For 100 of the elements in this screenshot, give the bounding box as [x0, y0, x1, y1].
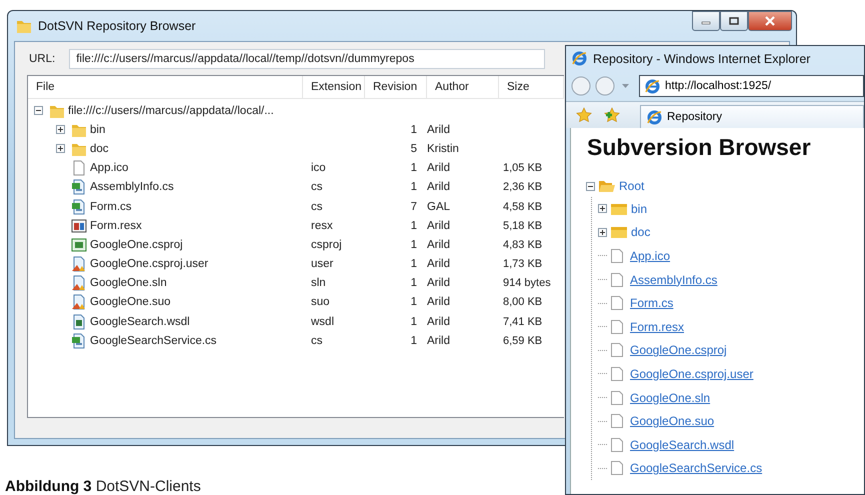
author-cell: Arild — [427, 296, 450, 308]
extension-cell: wsdl — [311, 316, 334, 328]
address-text: http://localhost:1925/ — [665, 80, 772, 92]
file-name[interactable]: doc — [90, 142, 109, 155]
file-name[interactable]: bin — [90, 124, 106, 136]
maximize-button[interactable] — [720, 11, 748, 31]
code-file-icon — [71, 332, 87, 349]
file-name[interactable]: GoogleSearch.wsdl — [90, 316, 190, 328]
size-cell: 2,36 KB — [503, 181, 542, 194]
file-link[interactable]: AssemblyInfo.cs — [630, 272, 718, 287]
browser-tab[interactable]: Repository — [640, 105, 864, 128]
author-cell: Arild — [427, 220, 450, 232]
page-heading: Subversion Browser — [586, 133, 812, 161]
file-icon — [610, 413, 624, 430]
size-cell: 6,59 KB — [503, 334, 542, 347]
column-header[interactable]: Extension — [303, 76, 365, 98]
size-cell: 8,00 KB — [503, 296, 542, 308]
extension-cell: user — [311, 258, 334, 270]
file-link[interactable]: GoogleSearch.wsdl — [630, 438, 734, 452]
collapse-icon[interactable] — [586, 182, 595, 190]
folder-link[interactable]: doc — [631, 225, 650, 240]
file-icon — [71, 160, 87, 176]
file-name[interactable]: file:///c://users//marcus//appdata//local/... — [68, 104, 274, 117]
window-title: DotSVN Repository Browser — [38, 19, 196, 33]
extension-cell: csproj — [311, 238, 342, 251]
revision-cell: 1 — [410, 258, 417, 270]
file-name[interactable]: GoogleSearchService.cs — [90, 334, 217, 347]
revision-cell: 1 — [410, 316, 417, 328]
expand-icon[interactable] — [598, 204, 607, 214]
revision-cell: 7 — [410, 200, 417, 213]
author-cell: Arild — [427, 238, 450, 251]
size-cell: 5,18 KB — [503, 220, 542, 232]
file-link[interactable]: GoogleSearchService.cs — [630, 461, 762, 476]
folder-icon — [610, 225, 628, 240]
file-name[interactable]: Form.cs — [90, 200, 132, 213]
size-cell: 7,41 KB — [503, 316, 542, 328]
folder-link[interactable]: Root — [619, 179, 644, 193]
revision-cell: 1 — [410, 296, 417, 308]
revision-cell: 1 — [410, 238, 417, 251]
file-icon — [610, 272, 624, 288]
column-header[interactable]: File — [28, 76, 303, 98]
circle-icon — [571, 76, 591, 96]
expand-icon[interactable] — [598, 228, 607, 237]
file-icon — [610, 318, 624, 335]
size-cell: 914 bytes — [503, 277, 551, 290]
maximize-icon — [729, 17, 739, 25]
project-file-icon — [71, 236, 87, 253]
column-header[interactable]: Size — [499, 76, 564, 98]
code-file-icon — [71, 198, 87, 215]
minimize-button[interactable] — [692, 11, 720, 31]
file-link[interactable]: App.ico — [630, 248, 670, 263]
file-name[interactable]: GoogleOne.suo — [90, 296, 171, 308]
code-file-icon — [71, 179, 87, 196]
favorites-star-icon[interactable] — [576, 107, 592, 123]
file-link[interactable]: GoogleOne.suo — [630, 414, 714, 428]
file-link[interactable]: GoogleOne.csproj.user — [630, 366, 754, 381]
revision-cell: 1 — [410, 334, 417, 347]
solution-file-icon — [71, 294, 87, 310]
url-field[interactable]: file:///c://users//marcus//appdata//local//temp//dotsvn//dummyrepos — [69, 49, 546, 69]
page-icon — [645, 78, 660, 94]
extension-cell: resx — [311, 220, 333, 232]
file-name[interactable]: AssemblyInfo.cs — [90, 181, 174, 194]
author-cell: Kristin — [427, 142, 459, 155]
file-link[interactable]: GoogleOne.sln — [630, 390, 710, 405]
size-cell: 4,58 KB — [503, 200, 542, 213]
file-name[interactable]: Form.resx — [90, 220, 142, 232]
collapse-icon[interactable] — [34, 106, 43, 116]
extension-cell: cs — [311, 334, 322, 347]
expand-icon[interactable] — [56, 144, 65, 154]
file-link[interactable]: Form.cs — [630, 296, 674, 310]
file-name[interactable]: App.ico — [90, 162, 128, 174]
folder-link[interactable]: bin — [631, 202, 648, 216]
extension-cell: suo — [311, 296, 330, 308]
file-name[interactable]: GoogleOne.csproj.user — [90, 258, 208, 270]
file-name[interactable]: GoogleOne.csproj — [90, 238, 183, 251]
file-link[interactable]: GoogleOne.csproj — [630, 343, 727, 358]
folder-icon — [610, 202, 628, 216]
column-header[interactable]: Author — [427, 76, 499, 98]
expand-icon[interactable] — [56, 125, 65, 134]
close-icon — [764, 16, 776, 26]
revision-cell: 1 — [410, 124, 417, 136]
size-cell: 1,05 KB — [503, 162, 542, 174]
close-button[interactable] — [748, 11, 792, 31]
extension-cell: cs — [311, 200, 322, 213]
author-cell: Arild — [427, 277, 450, 290]
extension-cell: ico — [311, 162, 326, 174]
folder-icon — [16, 18, 32, 34]
size-cell: 1,73 KB — [503, 258, 542, 270]
file-icon — [610, 248, 624, 264]
column-header[interactable]: Revision — [365, 76, 427, 98]
file-link[interactable]: Form.resx — [630, 320, 684, 334]
file-name[interactable]: GoogleOne.sln — [90, 277, 167, 290]
author-cell: Arild — [427, 124, 450, 136]
browser-icon — [647, 110, 662, 124]
author-cell: Arild — [427, 258, 450, 270]
address-bar[interactable]: http://localhost:1925/ — [639, 75, 864, 97]
author-cell: Arild — [427, 334, 450, 347]
add-favorite-icon[interactable] — [604, 107, 620, 123]
author-cell: Arild — [427, 162, 450, 174]
window-title: Repository - Windows Internet Explorer — [593, 52, 810, 66]
